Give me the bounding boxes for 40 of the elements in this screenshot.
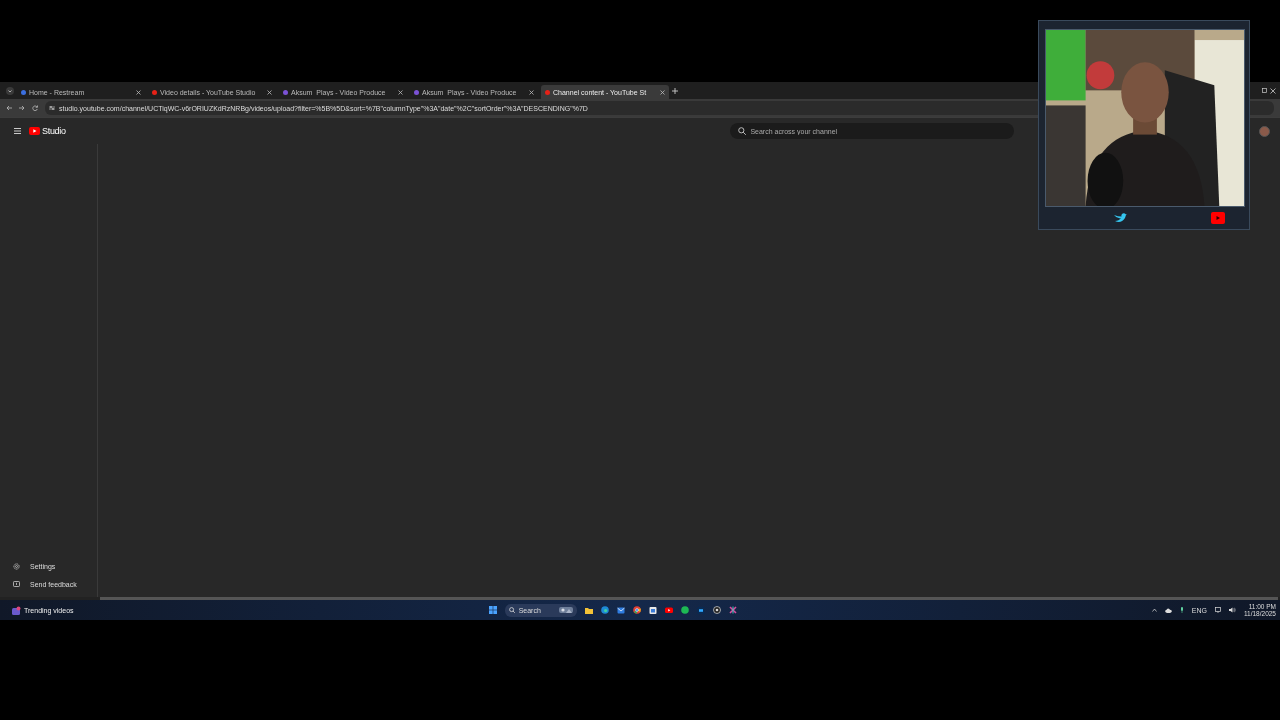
play-icon[interactable] (664, 606, 673, 614)
search-icon (738, 127, 747, 135)
close-icon[interactable] (267, 89, 272, 95)
close-icon[interactable] (1270, 87, 1276, 94)
close-icon[interactable] (660, 89, 665, 95)
browser-icon[interactable] (600, 606, 609, 614)
settings-icon (13, 562, 20, 570)
studio-logo[interactable]: Studio (29, 126, 66, 136)
app-icon (12, 605, 21, 615)
scrollbar-thumb[interactable] (100, 597, 1278, 600)
bird-icon (1113, 212, 1127, 224)
menu-icon[interactable] (14, 128, 21, 134)
speaker-icon[interactable] (1228, 607, 1236, 613)
caret-icon[interactable] (1151, 608, 1157, 612)
forward-icon[interactable] (19, 105, 25, 111)
close-icon[interactable] (398, 89, 403, 95)
site-info-icon (49, 105, 55, 111)
folder-icon[interactable] (584, 606, 593, 614)
music-icon[interactable] (680, 606, 689, 614)
close-icon[interactable] (136, 89, 141, 95)
feedback-icon (13, 580, 20, 588)
cloud-icon[interactable] (1164, 607, 1172, 613)
search-icon (508, 607, 515, 613)
monitor-icon[interactable] (1214, 607, 1221, 613)
camera-app-icon[interactable] (712, 606, 721, 614)
close-icon[interactable] (529, 89, 534, 95)
app-icon[interactable] (728, 606, 737, 614)
plus-icon[interactable] (672, 87, 678, 94)
restore-icon[interactable] (1262, 88, 1267, 93)
start-icon[interactable] (488, 606, 497, 614)
photo-editor-icon[interactable] (696, 606, 705, 614)
browser-icon[interactable] (632, 606, 641, 614)
play-icon (1211, 212, 1225, 224)
avatar-icon[interactable] (1259, 125, 1270, 137)
back-icon[interactable] (6, 105, 12, 111)
mail-icon[interactable] (616, 606, 625, 614)
play-logo-icon (29, 127, 40, 135)
store-icon[interactable] (648, 606, 657, 614)
dropdown-icon[interactable] (6, 86, 14, 95)
reload-icon[interactable] (32, 105, 38, 111)
